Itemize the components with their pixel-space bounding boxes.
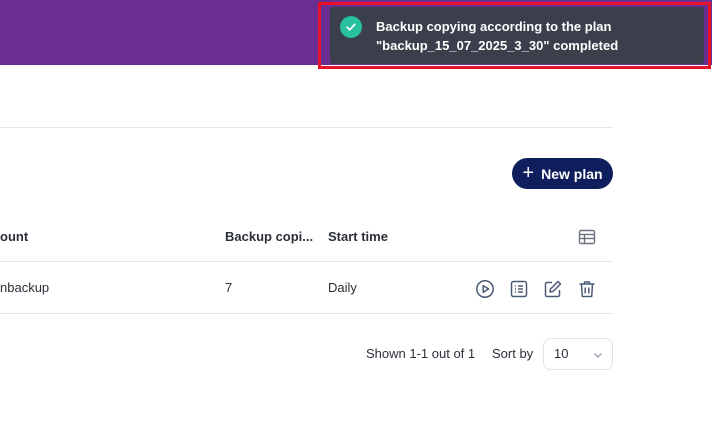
cell-account: nbackup	[0, 280, 50, 295]
list-icon[interactable]	[509, 279, 529, 299]
column-header-account[interactable]: ount	[0, 229, 28, 244]
column-header-start-time[interactable]: Start time	[328, 229, 388, 244]
notification-line-1: Backup copying according to the plan	[376, 19, 612, 34]
edit-icon[interactable]	[543, 279, 563, 299]
chevron-down-icon	[594, 353, 602, 358]
check-circle-icon	[340, 16, 362, 38]
notification-message: Backup copying according to the plan "ba…	[376, 17, 696, 55]
notification-line-2: "backup_15_07_2025_3_30" completed	[376, 38, 619, 53]
play-icon[interactable]	[475, 279, 495, 299]
new-plan-label: New plan	[541, 165, 603, 182]
section-divider	[0, 127, 613, 128]
new-plan-button[interactable]: + New plan	[512, 158, 613, 189]
table-columns-icon[interactable]	[578, 228, 596, 246]
pagination-summary: Shown 1-1 out of 1	[366, 346, 476, 361]
sort-by-label: Sort by	[492, 346, 534, 361]
plus-icon: +	[522, 161, 535, 184]
column-header-backup-copies[interactable]: Backup copi...	[225, 229, 313, 244]
page-size-select[interactable]: 10	[543, 338, 613, 370]
trash-icon[interactable]	[577, 279, 597, 299]
table-row[interactable]: nbackup 7 Daily	[0, 263, 613, 314]
success-notification[interactable]: Backup copying according to the plan "ba…	[330, 7, 704, 64]
page-size-value: 10	[554, 346, 569, 361]
cell-backup-copies: 7	[225, 280, 233, 295]
table-header: ount Backup copi... Start time	[0, 212, 613, 262]
cell-start-time: Daily	[328, 280, 357, 295]
